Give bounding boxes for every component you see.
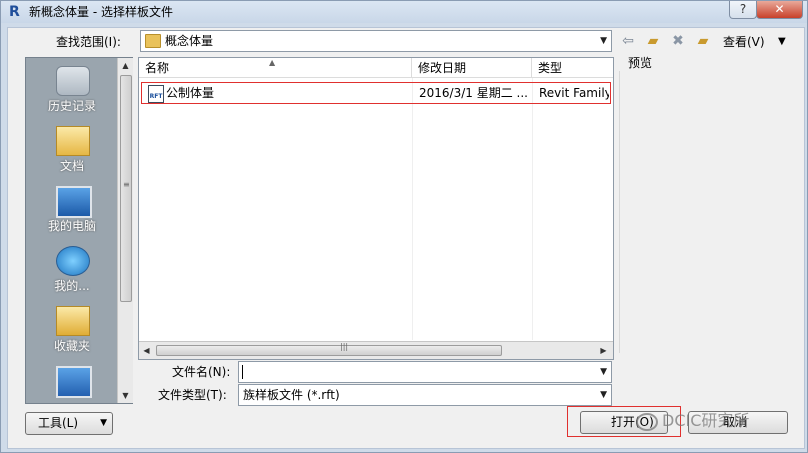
file-type-label: 文件类型(T): [158, 388, 227, 402]
folder-icon [145, 34, 161, 48]
file-name-cell: 公制体量 [166, 86, 215, 100]
title-bar[interactable]: R 新概念体量 - 选择样板文件 ? ✕ [1, 1, 807, 23]
places-bar: 历史记录 文档 我的电脑 我的... 收藏夹 ▲ ≡ ▼ [25, 57, 133, 404]
place-favorites[interactable]: 收藏夹 [26, 302, 118, 360]
column-header-name[interactable]: ▲ 名称 [139, 58, 412, 78]
dialog-window: R 新概念体量 - 选择样板文件 ? ✕ 查找范围(I): 概念体量 ▼ ⇦ ▰… [0, 0, 808, 453]
scroll-thumb[interactable]: ||| [156, 342, 502, 356]
file-list[interactable]: ▲ 名称 修改日期 类型 RFT 公制体量 2016/3/1 星期二 ... R… [138, 57, 614, 360]
favorites-folder-icon [56, 306, 90, 336]
file-date-cell: 2016/3/1 星期二 ... [419, 86, 528, 100]
scroll-right-icon[interactable]: ▶ [596, 343, 611, 358]
watermark-text: DCIC研究所 [662, 411, 750, 430]
network-icon [56, 246, 90, 276]
grip-icon: ||| [340, 342, 349, 351]
close-button[interactable]: ✕ [756, 1, 803, 19]
lookin-label: 查找范围(I): [56, 35, 121, 49]
scroll-thumb[interactable]: ≡ [120, 75, 132, 302]
new-folder-icon[interactable]: ▰ [694, 32, 712, 50]
back-arrow-icon[interactable]: ⇦ [619, 32, 637, 50]
place-label: 历史记录 [47, 99, 96, 113]
place-documents[interactable]: 文档 [26, 122, 118, 180]
chevron-down-icon[interactable]: ▼ [600, 364, 607, 380]
place-label: 文档 [59, 159, 84, 173]
tools-button[interactable]: 工具(L) ▼ [25, 412, 113, 435]
delete-icon[interactable]: ✖ [669, 32, 687, 50]
revit-app-icon: R [9, 4, 20, 20]
column-divider [532, 78, 533, 340]
place-label: 我的... [54, 279, 90, 293]
preview-pane [619, 71, 798, 353]
place-label: 收藏夹 [53, 339, 90, 353]
history-icon [56, 66, 90, 96]
file-name-label: 文件名(N): [172, 365, 231, 379]
window-title: 新概念体量 - 选择样板文件 [29, 5, 173, 19]
views-menu-button[interactable]: 查看(V) [723, 34, 765, 50]
desktop-icon [56, 366, 92, 398]
place-my-computer[interactable]: 我的电脑 [26, 182, 118, 240]
place-network[interactable]: 我的... [26, 242, 118, 300]
column-header-label: 修改日期 [418, 61, 467, 75]
chevron-down-icon: ▼ [600, 36, 607, 46]
places-scrollbar[interactable]: ▲ ≡ ▼ [117, 58, 133, 403]
scroll-up-icon[interactable]: ▲ [118, 58, 133, 73]
wechat-icon [636, 412, 658, 431]
grip-icon: ≡ [123, 180, 130, 189]
watermark: DCIC研究所 [636, 411, 749, 431]
help-button[interactable]: ? [729, 1, 757, 19]
sort-up-icon: ▲ [269, 58, 276, 67]
file-name-input[interactable]: ▼ [238, 361, 612, 383]
text-caret [242, 365, 243, 379]
horizontal-scrollbar[interactable]: ◀ ||| ▶ [139, 341, 613, 359]
column-header-date[interactable]: 修改日期 [412, 58, 532, 78]
scroll-left-icon[interactable]: ◀ [139, 343, 154, 358]
up-folder-icon[interactable]: ▰ [644, 32, 662, 50]
documents-folder-icon [56, 126, 90, 156]
file-type-select[interactable]: 族样板文件 (*.rft) ▼ [238, 384, 612, 406]
column-divider [412, 78, 413, 340]
tools-label: 工具(L) [38, 416, 79, 430]
column-header-label: 名称 [145, 61, 170, 75]
file-type-value: 族样板文件 (*.rft) [243, 388, 340, 402]
column-header-label: 类型 [538, 61, 563, 75]
rft-file-icon: RFT [148, 85, 164, 103]
place-label: 我的电脑 [47, 219, 96, 233]
file-type-cell: Revit Family [539, 86, 609, 100]
place-history[interactable]: 历史记录 [26, 62, 118, 120]
file-row[interactable]: RFT 公制体量 2016/3/1 星期二 ... Revit Family [141, 82, 611, 104]
lookin-dropdown[interactable]: 概念体量 ▼ [140, 30, 612, 52]
scroll-down-icon[interactable]: ▼ [118, 388, 133, 403]
lookin-value: 概念体量 [165, 34, 214, 48]
column-header-type[interactable]: 类型 [532, 58, 613, 78]
preview-label: 预览 [628, 56, 653, 70]
views-chevron-down-icon[interactable]: ▼ [778, 34, 786, 50]
computer-icon [56, 186, 92, 218]
chevron-down-icon: ▼ [600, 390, 607, 400]
chevron-down-icon: ▼ [100, 418, 107, 428]
